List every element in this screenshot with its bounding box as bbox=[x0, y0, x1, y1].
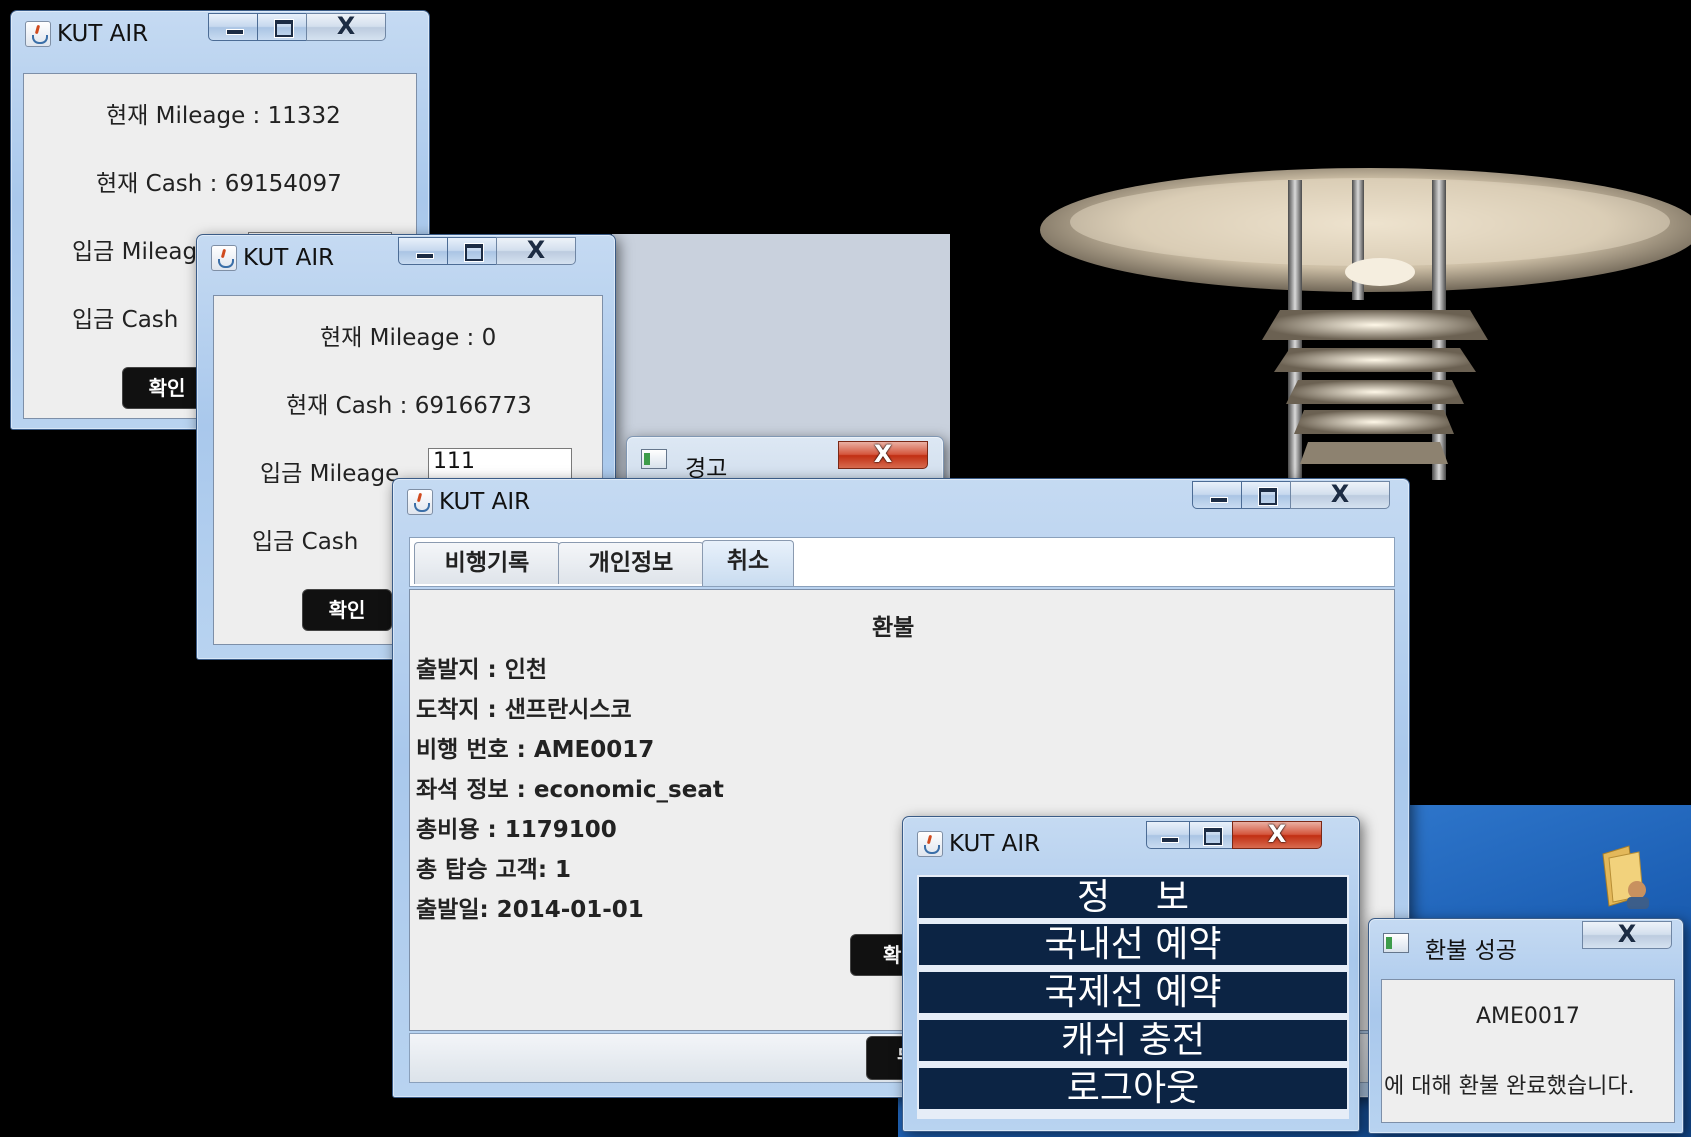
window-title: KUT AIR bbox=[439, 489, 531, 515]
system-window-icon bbox=[1383, 933, 1409, 953]
maximize-button[interactable] bbox=[1189, 821, 1233, 849]
deposit-cash-label: 입금 Cash bbox=[72, 307, 179, 333]
current-cash-text: 현재 Cash : 69166773 bbox=[286, 393, 532, 419]
arrival-text: 도착지 : 샌프란시스코 bbox=[416, 697, 632, 723]
main-menu-window[interactable]: KUT AIR X 정 보 국내선 예약 국제선 예약 캐쉬 충전 로그아웃 bbox=[902, 816, 1360, 1132]
java-cup-icon bbox=[25, 21, 51, 47]
menu-item-international-booking[interactable]: 국제선 예약 bbox=[917, 970, 1349, 1015]
menu-item-domestic-booking[interactable]: 국내선 예약 bbox=[917, 922, 1349, 967]
menu-list: 정 보 국내선 예약 국제선 예약 캐쉬 충전 로그아웃 bbox=[917, 875, 1349, 1119]
minimize-button[interactable] bbox=[398, 237, 448, 265]
departure-date-text: 출발일: 2014-01-01 bbox=[416, 897, 644, 923]
maximize-icon bbox=[275, 20, 293, 37]
window-title: KUT AIR bbox=[949, 831, 1041, 857]
minimize-icon bbox=[416, 253, 434, 259]
passenger-count-text: 총 탑승 고객: 1 bbox=[416, 857, 572, 883]
tab-strip: 비행기록 개인정보 취소 bbox=[409, 537, 1395, 587]
window-title: KUT AIR bbox=[243, 245, 335, 271]
tab-flight-history[interactable]: 비행기록 bbox=[414, 542, 560, 584]
menu-item-logout[interactable]: 로그아웃 bbox=[917, 1066, 1349, 1111]
title-bar[interactable]: KUT AIR X bbox=[11, 11, 429, 55]
tab-cancel[interactable]: 취소 bbox=[702, 540, 794, 586]
minimize-icon bbox=[1210, 497, 1228, 503]
maximize-button[interactable] bbox=[1241, 481, 1291, 509]
maximize-button[interactable] bbox=[257, 13, 307, 41]
close-button[interactable]: X bbox=[838, 440, 928, 469]
close-button[interactable]: X bbox=[1582, 920, 1672, 949]
close-icon: X bbox=[1267, 820, 1287, 848]
lamp-photo bbox=[1040, 168, 1691, 480]
close-button[interactable]: X bbox=[496, 236, 576, 265]
menu-item-cash-charge[interactable]: 캐쉬 충전 bbox=[917, 1018, 1349, 1063]
minimize-icon bbox=[226, 29, 244, 35]
title-bar[interactable]: KUT AIR X bbox=[393, 479, 1409, 523]
refund-heading: 환불 bbox=[872, 615, 915, 641]
deposit-mileage-input[interactable]: 111 bbox=[428, 448, 572, 480]
departure-text: 출발지 : 인천 bbox=[416, 657, 548, 683]
minimize-button[interactable] bbox=[208, 13, 258, 41]
user-folder-icon[interactable] bbox=[1595, 840, 1655, 910]
minimize-button[interactable] bbox=[1192, 481, 1242, 509]
window-title: KUT AIR bbox=[57, 21, 149, 47]
current-mileage-text: 현재 Mileage : 0 bbox=[320, 325, 497, 351]
close-button[interactable]: X bbox=[1232, 820, 1322, 849]
tab-personal-info[interactable]: 개인정보 bbox=[558, 542, 704, 584]
title-bar[interactable]: KUT AIR X bbox=[197, 235, 615, 279]
close-icon: X bbox=[1330, 480, 1350, 508]
close-button[interactable]: X bbox=[306, 12, 386, 41]
current-mileage-text: 현재 Mileage : 11332 bbox=[106, 103, 341, 129]
java-cup-icon bbox=[917, 831, 943, 857]
deposit-mileage-label: 입금 Mileag bbox=[72, 239, 198, 265]
maximize-icon bbox=[465, 244, 483, 261]
menu-item-info[interactable]: 정 보 bbox=[917, 875, 1349, 920]
maximize-button[interactable] bbox=[447, 237, 497, 265]
close-button[interactable]: X bbox=[1290, 480, 1390, 509]
minimize-icon bbox=[1161, 837, 1179, 843]
refund-message: 에 대해 환불 완료했습니다. bbox=[1384, 1074, 1635, 1099]
maximize-icon bbox=[1259, 488, 1277, 505]
refund-success-dialog[interactable]: 환불 성공 X AME0017 에 대해 환불 완료했습니다. bbox=[1368, 918, 1684, 1134]
flight-number-text: 비행 번호 : AME0017 bbox=[416, 737, 655, 763]
close-icon: X bbox=[336, 12, 356, 40]
system-window-icon bbox=[641, 449, 667, 469]
close-icon: X bbox=[873, 440, 893, 468]
dialog-title: 환불 성공 bbox=[1425, 938, 1517, 964]
java-cup-icon bbox=[407, 489, 433, 515]
close-icon: X bbox=[526, 236, 546, 264]
minimize-button[interactable] bbox=[1146, 821, 1190, 849]
deposit-mileage-label: 입금 Mileage bbox=[260, 461, 400, 487]
deposit-cash-label: 입금 Cash bbox=[252, 529, 359, 555]
confirm-button[interactable]: 확인 bbox=[302, 589, 392, 631]
current-cash-text: 현재 Cash : 69154097 bbox=[96, 171, 342, 197]
total-cost-text: 총비용 : 1179100 bbox=[416, 817, 617, 843]
refund-flight-number: AME0017 bbox=[1476, 1004, 1580, 1029]
maximize-icon bbox=[1204, 828, 1222, 845]
seat-info-text: 좌석 정보 : economic_seat bbox=[416, 777, 724, 803]
dialog-content: AME0017 에 대해 환불 완료했습니다. bbox=[1381, 979, 1675, 1123]
close-icon: X bbox=[1617, 920, 1637, 948]
title-bar[interactable]: KUT AIR X bbox=[903, 817, 1359, 861]
java-cup-icon bbox=[211, 245, 237, 271]
